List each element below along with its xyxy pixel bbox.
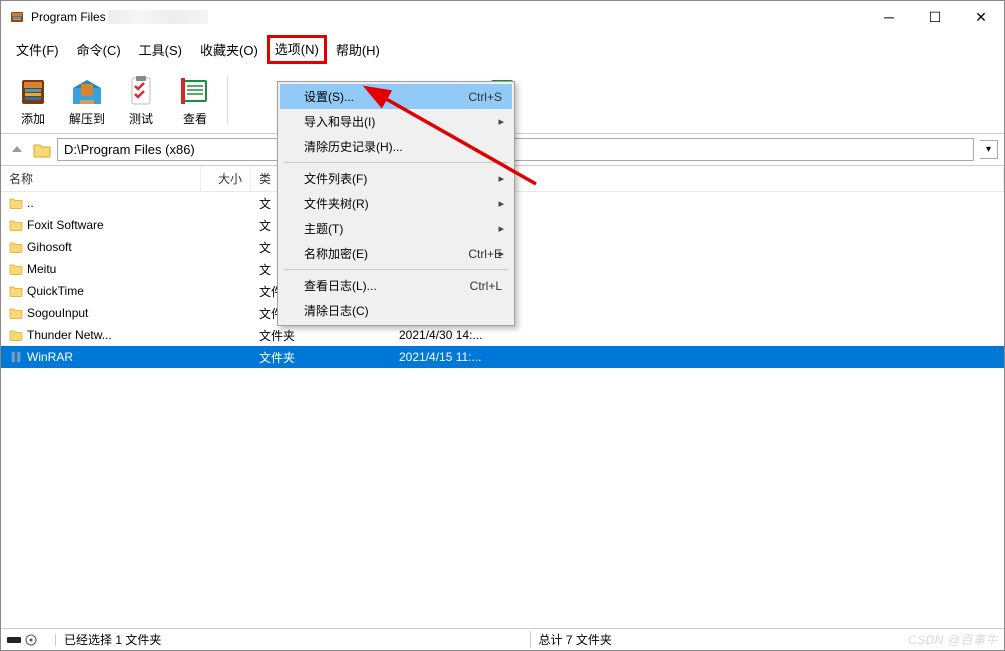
menu-item-label: 导入和导出(I) xyxy=(304,113,502,130)
menu-item-label: 文件夹树(R) xyxy=(304,195,502,212)
add-icon xyxy=(13,72,53,110)
options-dropdown: 设置(S)...Ctrl+S导入和导出(I)▸清除历史记录(H)...文件列表(… xyxy=(277,81,515,326)
folder-icon xyxy=(9,241,23,253)
menu-separator xyxy=(284,269,508,270)
status-icons xyxy=(1,634,56,646)
folder-icon xyxy=(9,197,23,209)
window-controls: ─ ☐ ✕ xyxy=(866,1,1004,33)
menu-item[interactable]: 文件夹树(R)▸ xyxy=(280,191,512,216)
menu-tools[interactable]: 工具(S) xyxy=(130,35,191,64)
test-icon xyxy=(121,72,161,110)
menu-separator xyxy=(284,162,508,163)
toolbar-separator xyxy=(227,76,228,124)
toolbar-view-button[interactable]: 查看 xyxy=(169,70,221,129)
list-row[interactable]: WinRAR 文件夹2021/4/15 11:... xyxy=(1,346,1004,368)
row-name: .. xyxy=(27,196,34,210)
toolbar-extract-label: 解压到 xyxy=(69,110,105,127)
menu-help[interactable]: 帮助(H) xyxy=(327,35,389,64)
menu-item-label: 设置(S)... xyxy=(304,88,468,105)
folder-icon xyxy=(9,263,23,275)
folder-icon xyxy=(9,329,23,341)
title-bar: Program Files ─ ☐ ✕ xyxy=(1,1,1004,33)
app-window: Program Files ─ ☐ ✕ 文件(F) 命令(C) 工具(S) 收藏… xyxy=(0,0,1005,651)
view-icon xyxy=(175,72,215,110)
menu-favorites[interactable]: 收藏夹(O) xyxy=(191,35,267,64)
watermark: CSDN @百事牛 xyxy=(908,631,998,648)
menu-item[interactable]: 清除日志(C) xyxy=(280,298,512,323)
menu-item[interactable]: 查看日志(L)...Ctrl+L xyxy=(280,273,512,298)
submenu-arrow-icon: ▸ xyxy=(498,172,504,185)
menu-item-label: 主题(T) xyxy=(304,220,502,237)
folder-icon xyxy=(9,307,23,319)
toolbar-extract-button[interactable]: 解压到 xyxy=(61,70,113,129)
maximize-button[interactable]: ☐ xyxy=(912,1,958,33)
menu-item-shortcut: Ctrl+S xyxy=(468,90,502,104)
archive-icon xyxy=(9,351,23,363)
row-type: 文件夹 xyxy=(251,349,391,366)
menu-item-shortcut: Ctrl+E xyxy=(468,247,502,261)
row-name: Thunder Netw... xyxy=(27,328,112,342)
path-dropdown-button[interactable]: ▾ xyxy=(980,140,998,159)
close-button[interactable]: ✕ xyxy=(958,1,1004,33)
menu-item[interactable]: 名称加密(E)Ctrl+E▸ xyxy=(280,241,512,266)
row-name: Meitu xyxy=(27,262,56,276)
menu-item[interactable]: 设置(S)...Ctrl+S xyxy=(280,84,512,109)
disc-icon xyxy=(25,634,37,646)
title-blur xyxy=(108,10,208,24)
menu-file[interactable]: 文件(F) xyxy=(7,35,68,64)
row-date: 2021/4/30 14:... xyxy=(391,328,1004,342)
up-button[interactable] xyxy=(7,140,27,160)
menu-item-label: 名称加密(E) xyxy=(304,245,468,262)
row-name: Foxit Software xyxy=(27,218,104,232)
toolbar-view-label: 查看 xyxy=(183,110,207,127)
menu-item-label: 查看日志(L)... xyxy=(304,277,470,294)
status-bar: 已经选择 1 文件夹 总计 7 文件夹 xyxy=(1,628,1004,650)
toolbar-add-button[interactable]: 添加 xyxy=(7,70,59,129)
submenu-arrow-icon: ▸ xyxy=(498,247,504,260)
window-title: Program Files xyxy=(31,10,106,24)
extract-icon xyxy=(67,72,107,110)
menu-item[interactable]: 主题(T)▸ xyxy=(280,216,512,241)
row-name: QuickTime xyxy=(27,284,84,298)
status-selected: 已经选择 1 文件夹 xyxy=(56,631,531,648)
minimize-button[interactable]: ─ xyxy=(866,1,912,33)
app-icon xyxy=(9,9,25,25)
menu-item-label: 清除历史记录(H)... xyxy=(304,138,502,155)
menu-bar: 文件(F) 命令(C) 工具(S) 收藏夹(O) 选项(N) 帮助(H) xyxy=(1,33,1004,66)
path-input[interactable]: D:\Program Files (x86) xyxy=(57,138,974,161)
submenu-arrow-icon: ▸ xyxy=(498,197,504,210)
header-name[interactable]: 名称 xyxy=(1,166,201,191)
row-type: 文件夹 xyxy=(251,327,391,344)
menu-options[interactable]: 选项(N) xyxy=(267,35,327,64)
toolbar-add-label: 添加 xyxy=(21,110,45,127)
menu-item[interactable]: 清除历史记录(H)... xyxy=(280,134,512,159)
toolbar-test-label: 测试 xyxy=(129,110,153,127)
submenu-arrow-icon: ▸ xyxy=(498,222,504,235)
menu-item-shortcut: Ctrl+L xyxy=(470,279,502,293)
menu-item[interactable]: 文件列表(F)▸ xyxy=(280,166,512,191)
folder-icon xyxy=(9,219,23,231)
menu-item-label: 文件列表(F) xyxy=(304,170,502,187)
header-size[interactable]: 大小 xyxy=(201,166,251,191)
toolbar-test-button[interactable]: 测试 xyxy=(115,70,167,129)
row-name: Gihosoft xyxy=(27,240,72,254)
submenu-arrow-icon: ▸ xyxy=(498,115,504,128)
row-name: SogouInput xyxy=(27,306,88,320)
path-text: D:\Program Files (x86) xyxy=(64,142,195,157)
list-row[interactable]: Thunder Netw... 文件夹2021/4/30 14:... xyxy=(1,324,1004,346)
menu-command[interactable]: 命令(C) xyxy=(68,35,130,64)
drive-icon xyxy=(7,635,21,645)
menu-item[interactable]: 导入和导出(I)▸ xyxy=(280,109,512,134)
menu-item-label: 清除日志(C) xyxy=(304,302,502,319)
row-date: 2021/4/15 11:... xyxy=(391,350,1004,364)
folder-icon xyxy=(9,285,23,297)
folder-icon xyxy=(33,142,51,158)
row-name: WinRAR xyxy=(27,350,73,364)
